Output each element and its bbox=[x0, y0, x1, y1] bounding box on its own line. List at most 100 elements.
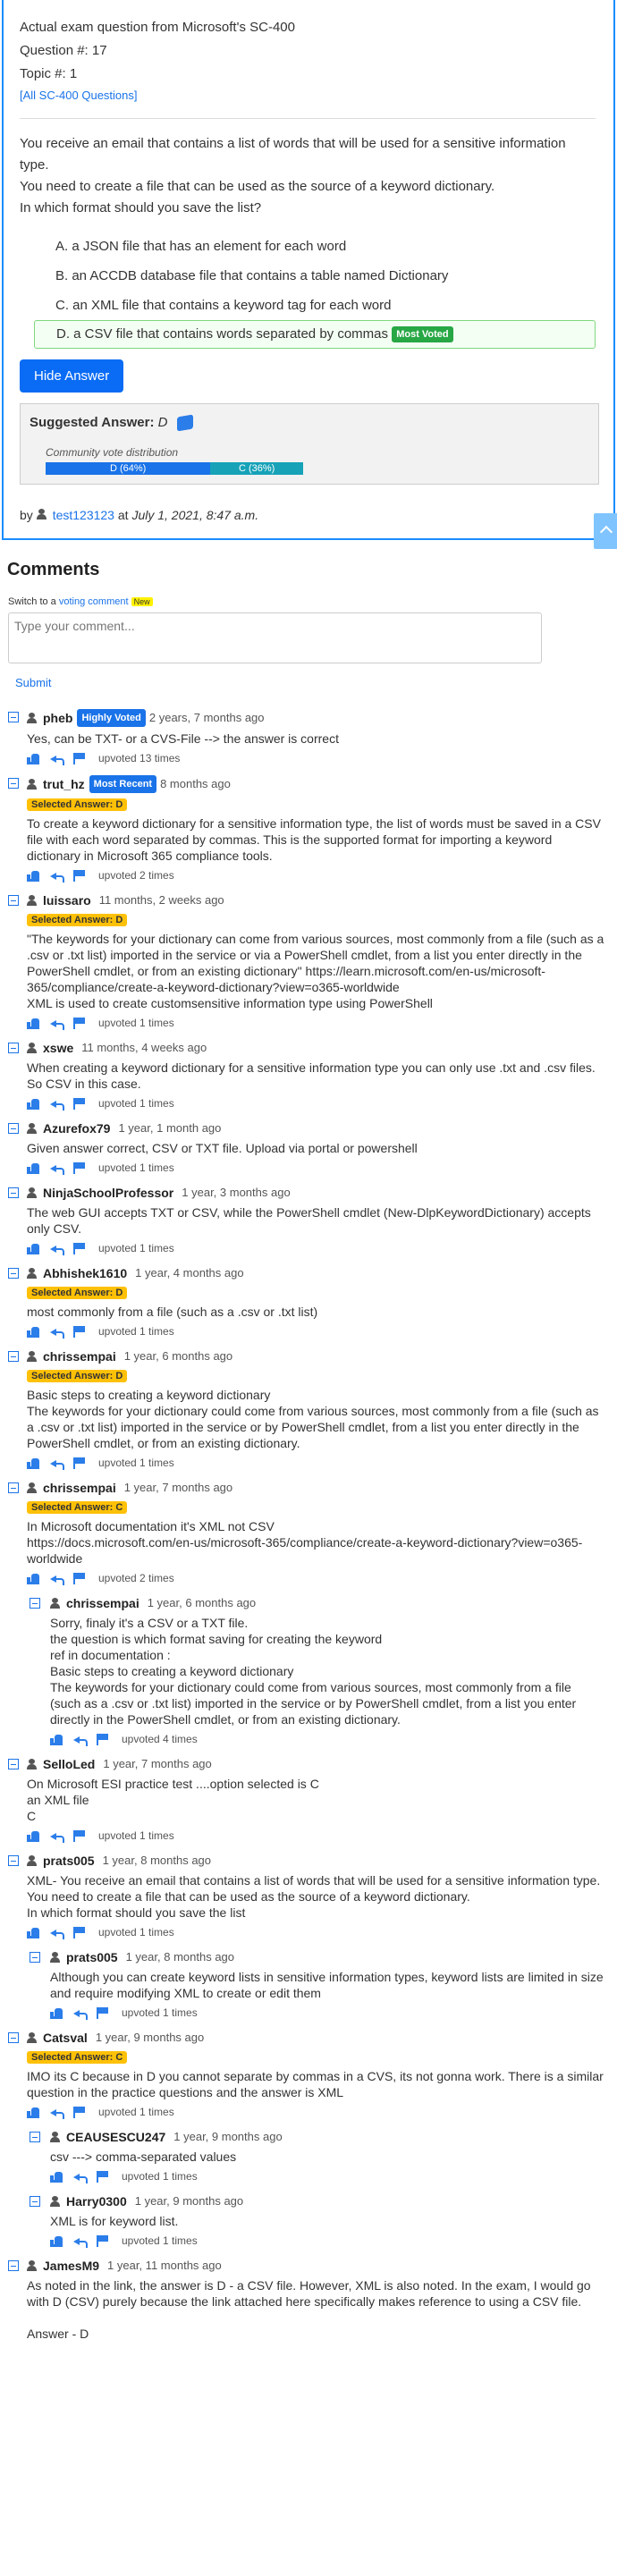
collapse-toggle-icon[interactable] bbox=[8, 895, 19, 907]
choice-a[interactable]: A. a JSON file that has an element for e… bbox=[34, 232, 596, 261]
upvote-icon[interactable] bbox=[27, 1162, 39, 1174]
flag-icon[interactable] bbox=[73, 1926, 86, 1938]
all-questions-link[interactable]: [All SC-400 Questions] bbox=[20, 86, 596, 106]
collapse-toggle-icon[interactable] bbox=[30, 2132, 40, 2143]
upvote-icon[interactable] bbox=[50, 2007, 63, 2019]
upvote-icon[interactable] bbox=[27, 1830, 39, 1842]
flag-icon[interactable] bbox=[73, 1017, 86, 1029]
collapse-toggle-icon[interactable] bbox=[8, 1123, 19, 1135]
author-link[interactable]: test123123 bbox=[53, 508, 114, 522]
reply-icon[interactable] bbox=[50, 753, 64, 765]
flag-icon[interactable] bbox=[73, 1572, 86, 1584]
upvote-icon[interactable] bbox=[27, 2107, 39, 2118]
comment-username[interactable]: chrissempai bbox=[43, 1480, 116, 1496]
choice-b[interactable]: B. an ACCDB database file that contains … bbox=[34, 261, 596, 291]
flag-icon[interactable] bbox=[73, 752, 86, 764]
comment-text: most commonly from a file (such as a .cs… bbox=[27, 1305, 318, 1320]
comment-actions: upvoted 1 times bbox=[50, 2006, 604, 2020]
reply-icon[interactable] bbox=[50, 1573, 64, 1585]
flag-icon[interactable] bbox=[97, 2234, 109, 2247]
reply-icon[interactable] bbox=[50, 1243, 64, 1255]
collapse-toggle-icon[interactable] bbox=[8, 1268, 19, 1280]
collapse-toggle-icon[interactable] bbox=[8, 1351, 19, 1363]
upvote-icon[interactable] bbox=[27, 870, 39, 882]
comment-input[interactable]: Type your comment... bbox=[8, 612, 542, 664]
collapse-toggle-icon[interactable] bbox=[8, 712, 19, 723]
reply-icon[interactable] bbox=[73, 2007, 88, 2020]
reply-icon[interactable] bbox=[50, 2107, 64, 2119]
reply-icon[interactable] bbox=[50, 1018, 64, 1030]
upvote-icon[interactable] bbox=[27, 1326, 39, 1338]
comment-username[interactable]: luissaro bbox=[43, 892, 91, 908]
collapse-toggle-icon[interactable] bbox=[8, 1187, 19, 1199]
reply-icon[interactable] bbox=[50, 1162, 64, 1175]
selected-answer-badge: Selected Answer: C bbox=[27, 1501, 128, 1515]
choice-c[interactable]: C. an XML file that contains a keyword t… bbox=[34, 291, 596, 320]
upvote-icon[interactable] bbox=[27, 1018, 39, 1029]
reply-icon[interactable] bbox=[50, 1326, 64, 1339]
upvote-icon[interactable] bbox=[27, 753, 39, 764]
comment-username[interactable]: CEAUSESCU247 bbox=[66, 2129, 165, 2145]
comment-username[interactable]: Abhishek1610 bbox=[43, 1265, 127, 1281]
flag-icon[interactable] bbox=[73, 1829, 86, 1842]
collapse-toggle-icon[interactable] bbox=[8, 1855, 19, 1867]
collapse-toggle-icon[interactable] bbox=[8, 1759, 19, 1770]
collapse-toggle-icon[interactable] bbox=[8, 2260, 19, 2272]
submit-button[interactable]: Submit bbox=[15, 676, 617, 689]
comment-username[interactable]: prats005 bbox=[66, 1949, 118, 1965]
comment-username[interactable]: xswe bbox=[43, 1040, 73, 1056]
comment-username[interactable]: prats005 bbox=[43, 1853, 95, 1869]
choice-d[interactable]: D. a CSV file that contains words separa… bbox=[34, 320, 596, 349]
selected-answer-badge: Selected Answer: C bbox=[27, 2051, 128, 2065]
flag-icon[interactable] bbox=[73, 1242, 86, 1254]
flag-icon[interactable] bbox=[73, 1325, 86, 1338]
upvote-icon[interactable] bbox=[27, 1243, 39, 1254]
comment-header: xswe 11 months, 4 weeks ago bbox=[27, 1040, 604, 1056]
reply-icon[interactable] bbox=[73, 1734, 88, 1746]
collapse-toggle-icon[interactable] bbox=[8, 2032, 19, 2044]
flag-icon[interactable] bbox=[73, 2106, 86, 2118]
collapse-toggle-icon[interactable] bbox=[30, 2196, 40, 2208]
comment-username[interactable]: trut_hz bbox=[43, 776, 85, 792]
flag-icon[interactable] bbox=[97, 2006, 109, 2019]
reply-icon[interactable] bbox=[50, 870, 64, 883]
upvote-icon[interactable] bbox=[27, 1927, 39, 1938]
collapse-toggle-icon[interactable] bbox=[30, 1598, 40, 1609]
comment-username[interactable]: Harry0300 bbox=[66, 2193, 127, 2209]
upvote-icon[interactable] bbox=[50, 2235, 63, 2247]
collapse-toggle-icon[interactable] bbox=[8, 778, 19, 790]
upvote-icon[interactable] bbox=[27, 1457, 39, 1469]
comment-username[interactable]: SelloLed bbox=[43, 1756, 95, 1772]
comment-username[interactable]: chrissempai bbox=[43, 1348, 116, 1364]
comment-username[interactable]: NinjaSchoolProfessor bbox=[43, 1185, 173, 1201]
reply-icon[interactable] bbox=[73, 2235, 88, 2248]
reply-icon[interactable] bbox=[50, 1098, 64, 1111]
upvote-icon[interactable] bbox=[27, 1573, 39, 1584]
comment-username[interactable]: Azurefox79 bbox=[43, 1120, 110, 1136]
choice-label: D. a CSV file that contains words separa… bbox=[56, 326, 389, 342]
flag-icon[interactable] bbox=[73, 1097, 86, 1110]
collapse-toggle-icon[interactable] bbox=[30, 1952, 40, 1964]
comment-username[interactable]: pheb bbox=[43, 710, 72, 726]
reply-icon[interactable] bbox=[50, 1457, 64, 1470]
collapse-toggle-icon[interactable] bbox=[8, 1043, 19, 1054]
reply-icon[interactable] bbox=[73, 2171, 88, 2183]
hide-answer-button[interactable]: Hide Answer bbox=[20, 359, 124, 393]
flag-icon[interactable] bbox=[73, 869, 86, 882]
reply-icon[interactable] bbox=[50, 1927, 64, 1939]
comment-username[interactable]: chrissempai bbox=[66, 1595, 139, 1611]
scroll-to-top-button[interactable] bbox=[594, 513, 617, 550]
cube-icon[interactable] bbox=[176, 414, 193, 432]
flag-icon[interactable] bbox=[73, 1161, 86, 1174]
flag-icon[interactable] bbox=[73, 1457, 86, 1469]
flag-icon[interactable] bbox=[97, 1733, 109, 1745]
collapse-toggle-icon[interactable] bbox=[8, 1482, 19, 1494]
comment-username[interactable]: JamesM9 bbox=[43, 2258, 99, 2274]
flag-icon[interactable] bbox=[97, 2170, 109, 2183]
upvote-icon[interactable] bbox=[50, 2171, 63, 2183]
reply-icon[interactable] bbox=[50, 1830, 64, 1843]
upvote-icon[interactable] bbox=[27, 1098, 39, 1110]
voting-comment-link[interactable]: voting comment bbox=[59, 596, 129, 607]
upvote-icon[interactable] bbox=[50, 1734, 63, 1745]
comment-username[interactable]: Catsval bbox=[43, 2030, 88, 2046]
